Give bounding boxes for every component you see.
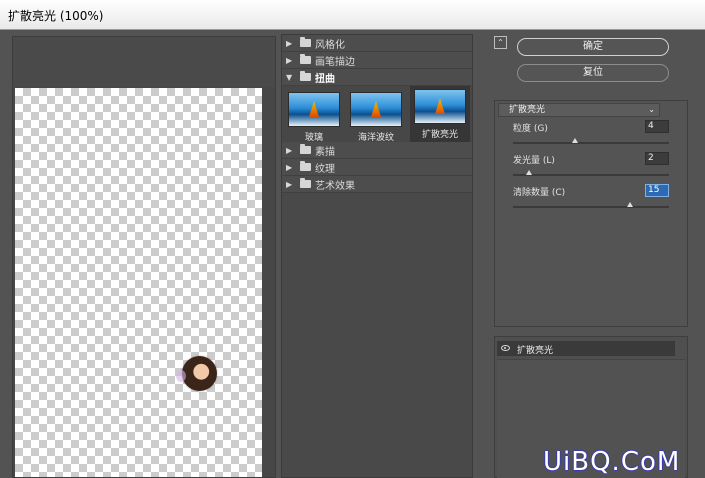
chevron-down-icon: ▼ (286, 72, 293, 82)
category-label: 画笔描边 (315, 56, 355, 68)
category-stylize[interactable]: ▶ 风格化 (282, 35, 472, 52)
thumb-ocean-ripple[interactable]: 海洋波纹 (348, 89, 404, 143)
chevron-right-icon: ▶ (286, 162, 293, 172)
thumb-glass[interactable]: 玻璃 (286, 89, 342, 143)
filter-gallery-dialog: ▶ 风格化 ▶ 画笔描边 ▼ 扭曲 玻璃 海洋波纹 扩散亮光 ▶ 素描 ▶ 纹理… (0, 30, 705, 478)
folder-icon (300, 178, 311, 188)
clear-amount-slider[interactable] (513, 202, 669, 208)
chevron-right-icon: ▶ (286, 179, 293, 189)
filter-list: ▶ 风格化 ▶ 画笔描边 ▼ 扭曲 玻璃 海洋波纹 扩散亮光 ▶ 素描 ▶ 纹理… (281, 34, 473, 478)
grain-input[interactable]: 4 (645, 120, 669, 133)
grain-slider-thumb[interactable] (572, 138, 579, 143)
folder-icon (300, 144, 311, 154)
clear-amount-input[interactable]: 15 (645, 184, 669, 197)
watermark-text: UiBQ.CoM (543, 447, 681, 477)
collapse-toggle-button[interactable]: ⌃ (494, 36, 507, 49)
thumb-image (414, 89, 466, 124)
chevron-right-icon: ▶ (286, 38, 293, 48)
distort-thumbnails: 玻璃 海洋波纹 扩散亮光 (282, 86, 472, 143)
clear-amount-slider-thumb[interactable] (627, 202, 633, 207)
thumb-label: 扩散亮光 (421, 130, 458, 140)
title-bar: 扩散亮光 (100%) (0, 0, 705, 30)
thumb-image (288, 92, 340, 127)
grain-slider[interactable] (513, 138, 669, 144)
category-texture[interactable]: ▶ 纹理 (282, 159, 472, 176)
glow-amount-slider-thumb[interactable] (525, 170, 532, 175)
category-label: 纹理 (315, 163, 335, 175)
category-artistic[interactable]: ▶ 艺术效果 (282, 176, 472, 193)
category-brush-strokes[interactable]: ▶ 画笔描边 (282, 52, 472, 69)
folder-icon (300, 37, 311, 47)
preview-canvas[interactable] (15, 88, 262, 477)
category-distort[interactable]: ▼ 扭曲 (282, 69, 472, 86)
category-label: 扭曲 (315, 73, 335, 85)
portrait-image (176, 356, 217, 391)
filter-select-value: 扩散亮光 (509, 105, 546, 115)
effect-layer-name: 扩散亮光 (517, 346, 554, 356)
clear-amount-label: 清除数量 (C) (513, 188, 566, 198)
category-label: 风格化 (315, 39, 345, 51)
chevron-right-icon: ▶ (286, 55, 293, 65)
category-sketch[interactable]: ▶ 素描 (282, 142, 472, 159)
thumb-diffuse-glow[interactable]: 扩散亮光 (410, 86, 470, 142)
window-title: 扩散亮光 (100%) (8, 9, 104, 23)
chevron-right-icon: ▶ (286, 145, 293, 155)
glow-amount-slider[interactable] (513, 170, 669, 176)
preview-pane (12, 36, 276, 478)
preview-top-area (13, 37, 275, 87)
chevron-down-icon: ⌄ (648, 105, 655, 114)
filter-select[interactable]: 扩散亮光 ⌄ (498, 103, 660, 117)
filter-settings-panel: 扩散亮光 ⌄ 粒度 (G) 4 发光量 (L) 2 清除数量 (C) 15 (494, 100, 688, 327)
thumb-image (350, 92, 402, 127)
glow-amount-label: 发光量 (L) (513, 156, 555, 166)
eye-icon[interactable] (501, 345, 510, 351)
folder-open-icon (300, 71, 311, 81)
folder-icon (300, 161, 311, 171)
effect-layer-row[interactable]: 扩散亮光 (497, 341, 675, 356)
folder-icon (300, 54, 311, 64)
reset-button[interactable]: 复位 (517, 64, 669, 82)
glow-amount-input[interactable]: 2 (645, 152, 669, 165)
category-label: 艺术效果 (315, 180, 355, 192)
category-label: 素描 (315, 146, 335, 158)
grain-label: 粒度 (G) (513, 124, 548, 134)
ok-button[interactable]: 确定 (517, 38, 669, 56)
